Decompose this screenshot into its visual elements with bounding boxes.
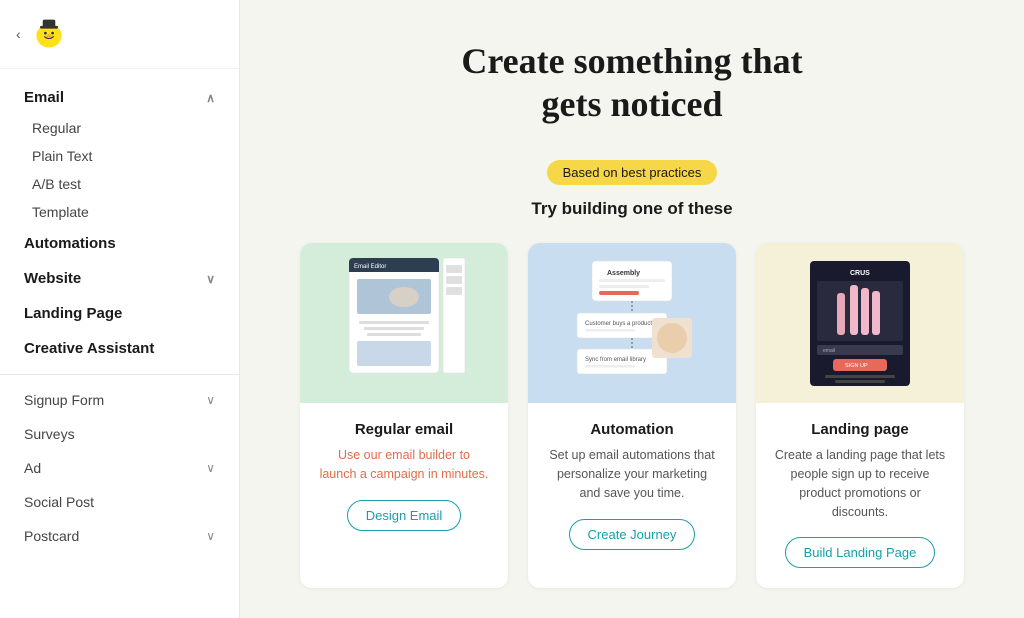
- card-landing-page-title: Landing page: [811, 421, 909, 438]
- sidebar-sub-item-plain-text[interactable]: Plain Text: [0, 142, 239, 170]
- svg-text:Assembly: Assembly: [607, 270, 640, 277]
- build-landing-page-button[interactable]: Build Landing Page: [785, 537, 936, 568]
- card-regular-email-title: Regular email: [355, 421, 453, 438]
- sidebar-item-social-post[interactable]: Social Post: [0, 485, 239, 519]
- sidebar-sub-item-ab-test[interactable]: A/B test: [0, 170, 239, 198]
- email-preview-illustration: Email Editor: [339, 253, 469, 393]
- card-automation-image: Assembly Customer buys a product Sync fr…: [528, 243, 736, 403]
- sidebar-item-ad[interactable]: Ad ∨: [0, 451, 239, 485]
- card-landing-page-desc: Create a landing page that lets people s…: [774, 446, 946, 521]
- sidebar-item-postcard[interactable]: Postcard ∨: [0, 519, 239, 553]
- sidebar-sub-item-regular[interactable]: Regular: [0, 114, 239, 142]
- mailchimp-logo: [31, 16, 67, 52]
- svg-text:Email Editor: Email Editor: [354, 264, 386, 270]
- card-landing-page: CRUS email SIGN UP: [756, 243, 964, 588]
- create-journey-button[interactable]: Create Journey: [569, 519, 696, 550]
- sidebar-item-surveys[interactable]: Surveys: [0, 417, 239, 451]
- card-automation: Assembly Customer buys a product Sync fr…: [528, 243, 736, 588]
- main-content: Create something thatgets noticed Based …: [240, 0, 1024, 618]
- sidebar-item-signup-form[interactable]: Signup Form ∨: [0, 383, 239, 417]
- sidebar-header: ‹: [0, 0, 239, 69]
- card-regular-email-body: Regular email Use our email builder to l…: [300, 403, 508, 588]
- card-regular-email-desc: Use our email builder to launch a campai…: [318, 446, 490, 484]
- landing-preview-illustration: CRUS email SIGN UP: [795, 253, 925, 393]
- ad-chevron-icon: ∨: [206, 461, 215, 475]
- card-regular-email: Email Editor: [300, 243, 508, 588]
- svg-text:CRUS: CRUS: [850, 270, 870, 277]
- svg-text:Customer buys a product: Customer buys a product: [585, 321, 652, 327]
- sidebar-item-landing-page[interactable]: Landing Page: [0, 296, 239, 331]
- sidebar-divider: [0, 374, 239, 375]
- postcard-chevron-icon: ∨: [206, 529, 215, 543]
- svg-text:SIGN UP: SIGN UP: [845, 363, 868, 369]
- sidebar-sub-item-template[interactable]: Template: [0, 198, 239, 226]
- automation-preview-illustration: Assembly Customer buys a product Sync fr…: [557, 253, 707, 393]
- page-title: Create something thatgets noticed: [461, 40, 802, 126]
- sidebar: ‹ Email ∧ Regular P: [0, 0, 240, 618]
- sidebar-navigation: Email ∧ Regular Plain Text A/B test Temp…: [0, 69, 239, 565]
- card-landing-page-image: CRUS email SIGN UP: [756, 243, 964, 403]
- sidebar-item-email[interactable]: Email ∧: [0, 81, 239, 114]
- cards-container: Email Editor: [300, 243, 964, 588]
- card-automation-title: Automation: [590, 421, 673, 438]
- sidebar-item-automations[interactable]: Automations: [0, 226, 239, 261]
- signup-form-chevron-icon: ∨: [206, 393, 215, 407]
- website-chevron-icon: ∨: [206, 272, 215, 286]
- card-automation-body: Automation Set up email automations that…: [528, 403, 736, 588]
- badge-container: Based on best practices: [547, 160, 718, 185]
- email-chevron-icon: ∧: [206, 91, 215, 105]
- card-automation-desc: Set up email automations that personaliz…: [546, 446, 718, 502]
- card-regular-email-image: Email Editor: [300, 243, 508, 403]
- sidebar-item-website[interactable]: Website ∨: [0, 261, 239, 296]
- back-arrow[interactable]: ‹: [16, 26, 21, 42]
- email-label: Email: [24, 89, 64, 106]
- best-practices-badge: Based on best practices: [547, 160, 718, 185]
- card-landing-page-body: Landing page Create a landing page that …: [756, 403, 964, 588]
- design-email-button[interactable]: Design Email: [347, 500, 462, 531]
- sidebar-item-creative-assistant[interactable]: Creative Assistant: [0, 331, 239, 366]
- svg-text:email: email: [823, 348, 835, 354]
- svg-text:Sync from email library: Sync from email library: [585, 357, 646, 363]
- subtitle: Try building one of these: [531, 199, 732, 219]
